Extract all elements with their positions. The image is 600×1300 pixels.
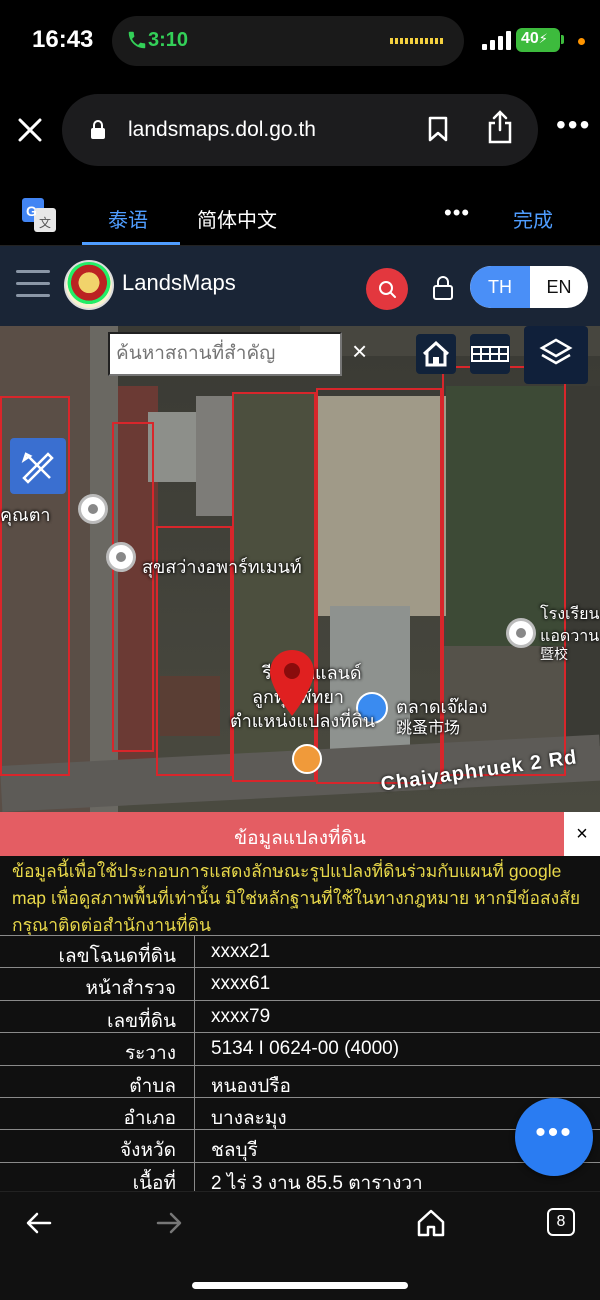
browser-url-row: landsmaps.dol.go.th ••• [0, 84, 600, 180]
translate-more-icon[interactable]: ••• [444, 200, 470, 226]
table-row: จังหวัด ชลบุรี [0, 1129, 600, 1162]
satellite-map[interactable]: × คุณตา สุขสว่างอพาร์ทเมนท์ โรงเรียน แอด… [0, 326, 600, 812]
tab-simplified-chinese[interactable]: 简体中文 [197, 204, 277, 233]
row-value: xxxx61 [211, 973, 271, 995]
browser-toolbar: 8 [0, 1191, 600, 1300]
call-indicator[interactable]: 3:10 [112, 16, 464, 66]
search-icon [379, 281, 396, 298]
grid-icon [471, 346, 509, 362]
home-icon[interactable] [416, 1208, 446, 1238]
url-text: landsmaps.dol.go.th [128, 118, 316, 141]
home-icon [422, 340, 450, 367]
table-row: หน้าสำรวจ xxxx61 [0, 967, 600, 1000]
phone-icon [128, 31, 146, 49]
more-actions-fab[interactable]: ••• [515, 1098, 593, 1176]
battery-icon: 40⚡ [516, 28, 560, 52]
table-row: เลขที่ดิน xxxx79 [0, 999, 600, 1033]
poi-label: สุขสว่างอพาร์ทเมนท์ [142, 557, 302, 577]
search-button[interactable] [366, 268, 408, 310]
layers-button[interactable] [524, 326, 588, 384]
svg-text:文: 文 [39, 215, 51, 230]
table-row: เนื้อที่ 2 ไร่ 3 งาน 85.5 ตารางวา [0, 1161, 600, 1191]
parcel-info-table: เลขโฉนดที่ดิน xxxx21 หน้าสำรวจ xxxx61 เลขท… [0, 935, 600, 1191]
close-icon[interactable] [16, 116, 44, 144]
parcel-info-panel: ข้อมูลนี้เพื่อใช้ประกอบการแสดงลักษณะรูปแ… [0, 856, 600, 1191]
row-value: xxxx21 [211, 941, 271, 962]
measure-tool-button[interactable] [10, 438, 66, 494]
row-value: 2 ไร่ 3 งาน 85.5 ตารางวา [211, 1172, 423, 1191]
row-key: เนื้อที่ [132, 1172, 176, 1191]
app-header: LandsMaps TH EN [0, 246, 600, 326]
parcel-info-header: ข้อมูลแปลงที่ดิน × [0, 812, 600, 856]
parcel-info-title: ข้อมูลแปลงที่ดิน [234, 828, 366, 849]
battery-level: 40 [521, 30, 539, 47]
lock-icon[interactable] [432, 276, 454, 300]
poi-pin[interactable] [106, 542, 136, 572]
share-icon[interactable] [486, 110, 514, 144]
search-clear-button[interactable]: × [352, 336, 367, 366]
home-indicator [192, 1282, 408, 1289]
battery-tip [561, 35, 564, 44]
poi-label: คุณตา [0, 505, 51, 525]
active-tab-indicator [82, 242, 180, 245]
lang-th-button[interactable]: TH [470, 266, 530, 308]
more-icon[interactable]: ••• [556, 111, 591, 139]
forward-arrow-icon[interactable] [156, 1212, 182, 1234]
disclaimer-text: ข้อมูลนี้เพื่อใช้ประกอบการแสดงลักษณะรูปแ… [12, 861, 581, 935]
row-value: xxxx79 [211, 1005, 271, 1027]
home-map-button[interactable] [416, 334, 456, 374]
poi-pin[interactable] [506, 618, 536, 648]
translate-done-button[interactable]: 完成 [513, 204, 553, 233]
grid-map-button[interactable] [470, 334, 510, 374]
translate-bar: G 文 泰语 简体中文 ••• 完成 [0, 180, 600, 246]
signal-icon [482, 30, 512, 50]
resort-pin-icon[interactable] [292, 744, 322, 774]
layers-icon [539, 338, 573, 365]
poi-pin[interactable] [78, 494, 108, 524]
audio-wave-icon [390, 38, 444, 44]
table-row: ระวาง 5134 I 0624-00 (4000) [0, 1032, 600, 1065]
svg-text:G: G [26, 203, 37, 219]
call-time: 3:10 [148, 29, 189, 51]
status-bar: 16:43 3:10 40⚡ [0, 0, 600, 84]
mic-indicator-dot [578, 38, 585, 45]
poi-label: 暨校 [540, 646, 568, 662]
bookmark-icon[interactable] [428, 116, 448, 142]
close-info-button[interactable]: × [564, 812, 600, 856]
market-label: 跳蚤市场 [396, 720, 461, 737]
google-translate-icon[interactable]: G 文 [22, 198, 56, 232]
row-value: 5134 I 0624-00 (4000) [211, 1038, 400, 1060]
dol-logo [64, 260, 114, 310]
place-search-input[interactable] [108, 332, 342, 376]
app-title: LandsMaps [122, 270, 236, 295]
table-row: อำเภอ บางละมุง [0, 1096, 600, 1130]
tab-thai[interactable]: 泰语 [108, 204, 148, 233]
status-time: 16:43 [32, 26, 94, 53]
back-arrow-icon[interactable] [26, 1212, 52, 1234]
menu-icon[interactable] [16, 270, 50, 298]
ruler-pencil-icon [21, 452, 54, 484]
lang-en-button[interactable]: EN [530, 266, 588, 308]
language-toggle[interactable]: TH EN [470, 266, 588, 308]
table-row: ตำบล หนองปรือ [0, 1064, 600, 1097]
parcel-location-pin-icon[interactable] [268, 648, 316, 718]
tabs-count-button[interactable]: 8 [547, 1208, 575, 1236]
address-bar[interactable]: landsmaps.dol.go.th [62, 94, 538, 166]
lock-icon [91, 120, 105, 139]
table-row: เลขโฉนดที่ดิน xxxx21 [0, 935, 600, 968]
